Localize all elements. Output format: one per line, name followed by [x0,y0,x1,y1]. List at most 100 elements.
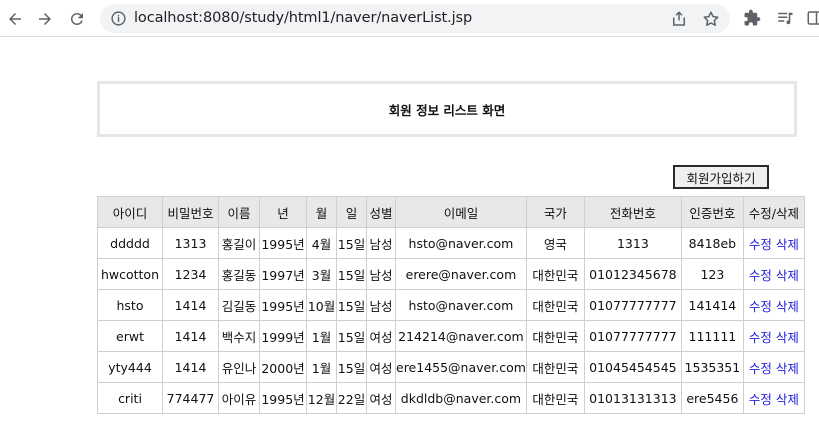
cell-email: erere@naver.com [395,258,527,290]
delete-link[interactable]: 삭제 [776,237,799,252]
delete-link[interactable]: 삭제 [776,299,799,314]
cell-id: criti [97,382,163,414]
header-country: 국가 [525,196,585,228]
page-content: 회원 정보 리스트 화면 회원가입하기 아이디 비밀번호 이름 년 월 일 성별… [0,37,819,435]
header-auth-code: 인증번호 [680,196,744,228]
side-panel-icon[interactable] [806,9,819,27]
edit-link[interactable]: 수정 [749,268,772,283]
delete-link[interactable]: 삭제 [776,268,799,283]
delete-link[interactable]: 삭제 [776,361,799,376]
cell-day: 15일 [336,258,367,290]
header-password: 비밀번호 [162,196,219,228]
delete-link[interactable]: 삭제 [776,330,799,345]
cell-gender: 남성 [366,258,396,290]
bookmark-star-icon[interactable] [702,10,720,28]
cell-month: 1월 [306,320,337,352]
edit-link[interactable]: 수정 [749,361,772,376]
cell-phone: 01077777777 [583,289,682,321]
cell-email: hsto@naver.com [395,289,527,321]
cell-year: 1999년 [259,320,307,352]
cell-country: 대한민국 [525,320,585,352]
cell-phone: 01077777777 [583,320,682,352]
table-row: criti 774477 아이유 1995년 12월 22일 여성 dkdldb@naver.… [97,382,805,414]
cell-email: 214214@naver.com [395,320,527,352]
cell-month: 12월 [306,382,337,414]
cell-name: 유인나 [218,351,260,383]
join-button[interactable]: 회원가입하기 [673,165,769,189]
header-email: 이메일 [395,196,527,228]
cell-phone: 01012345678 [583,258,682,290]
cell-email: ere1455@naver.com [395,351,527,383]
cell-id: hsto [97,289,163,321]
cell-name: 아이유 [218,382,260,414]
cell-year: 1995년 [259,382,307,414]
share-icon[interactable] [670,10,688,28]
back-icon[interactable] [3,7,27,31]
extensions-puzzle-icon[interactable] [743,9,761,27]
cell-auth-code: 8418eb [680,227,744,259]
url-text[interactable]: localhost:8080/study/html1/naver/naverLi… [134,10,472,26]
cell-year: 1997년 [259,258,307,290]
cell-phone: 01013131313 [583,382,682,414]
cell-name: 홍길동 [218,258,260,290]
browser-toolbar: localhost:8080/study/html1/naver/naverLi… [0,0,819,37]
cell-month: 4월 [306,227,337,259]
reload-icon[interactable] [65,7,89,31]
cell-gender: 여성 [366,382,396,414]
page-title: 회원 정보 리스트 화면 [388,102,506,118]
cell-day: 15일 [336,227,367,259]
cell-id: ddddd [97,227,163,259]
cell-auth-code: 111111 [680,320,744,352]
cell-actions: 수정 삭제 [742,258,805,290]
info-icon[interactable] [110,10,127,27]
cell-day: 22일 [336,382,367,414]
media-queue-icon[interactable] [776,9,794,27]
edit-link[interactable]: 수정 [749,237,772,252]
cell-password: 1234 [162,258,219,290]
cell-gender: 남성 [366,227,396,259]
cell-actions: 수정 삭제 [742,382,805,414]
cell-password: 1313 [162,227,219,259]
cell-country: 대한민국 [525,258,585,290]
cell-year: 1995년 [259,227,307,259]
header-month: 월 [306,196,337,228]
cell-country: 영국 [525,227,585,259]
table-row: hwcotton 1234 홍길동 1997년 3월 15일 남성 erere@naver.c… [97,258,805,290]
cell-email: dkdldb@naver.com [395,382,527,414]
header-year: 년 [259,196,307,228]
cell-actions: 수정 삭제 [742,227,805,259]
cell-auth-code: 141414 [680,289,744,321]
edit-link[interactable]: 수정 [749,299,772,314]
cell-country: 대한민국 [525,351,585,383]
address-bar[interactable]: localhost:8080/study/html1/naver/naverLi… [100,4,730,33]
cell-day: 15일 [336,289,367,321]
cell-password: 1414 [162,320,219,352]
cell-id: hwcotton [97,258,163,290]
cell-id: yty444 [97,351,163,383]
header-name: 이름 [218,196,260,228]
cell-name: 김길동 [218,289,260,321]
delete-link[interactable]: 삭제 [776,392,799,407]
cell-country: 대한민국 [525,382,585,414]
cell-name: 백수지 [218,320,260,352]
header-id: 아이디 [97,196,163,228]
table-row: yty444 1414 유인나 2000년 1월 15일 여성 ere1455@naver.c… [97,351,805,383]
cell-phone: 1313 [583,227,682,259]
edit-link[interactable]: 수정 [749,330,772,345]
cell-actions: 수정 삭제 [742,320,805,352]
cell-year: 2000년 [259,351,307,383]
header-phone: 전화번호 [583,196,682,228]
cell-gender: 남성 [366,289,396,321]
cell-id: erwt [97,320,163,352]
cell-country: 대한민국 [525,289,585,321]
cell-actions: 수정 삭제 [742,351,805,383]
cell-phone: 01045454545 [583,351,682,383]
edit-link[interactable]: 수정 [749,392,772,407]
cell-auth-code: ere5456 [680,382,744,414]
forward-icon[interactable] [33,7,57,31]
cell-month: 1월 [306,351,337,383]
cell-name: 홍길이 [218,227,260,259]
table-header-row: 아이디 비밀번호 이름 년 월 일 성별 이메일 국가 전화번호 인증번호 수정… [97,196,805,228]
cell-password: 1414 [162,289,219,321]
cell-password: 1414 [162,351,219,383]
